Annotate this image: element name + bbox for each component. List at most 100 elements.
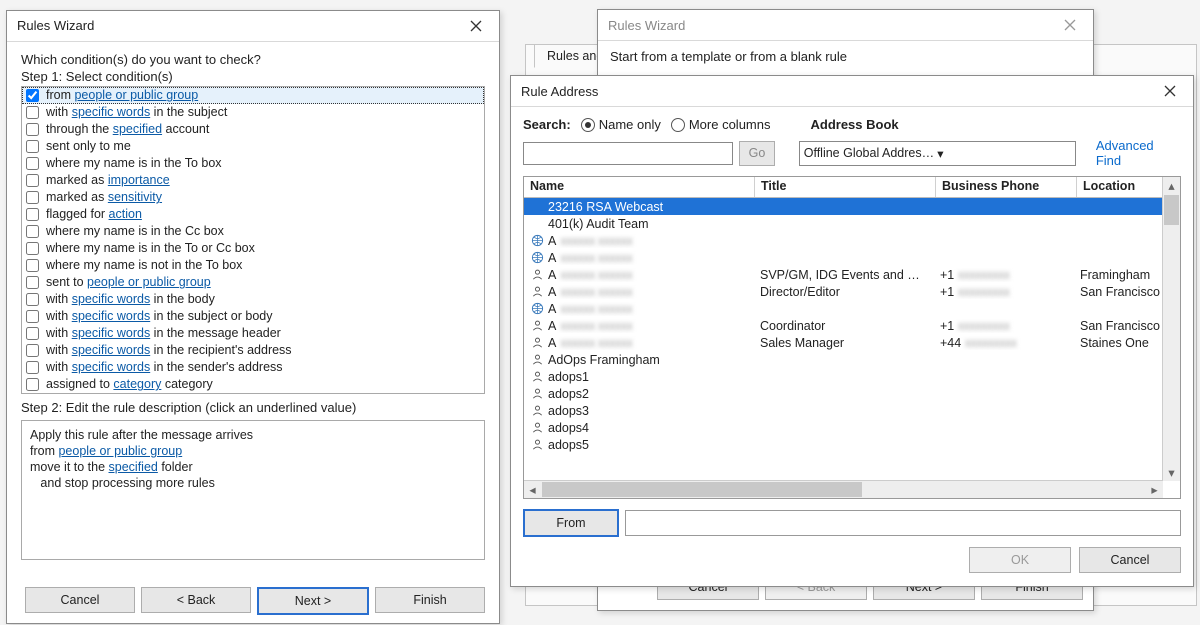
person-icon (530, 268, 544, 282)
condition-link[interactable]: specified (113, 122, 162, 136)
radio-more-columns[interactable]: More columns (671, 117, 771, 132)
scroll-up-icon[interactable]: ▴ (1163, 177, 1180, 194)
condition-row[interactable]: marked as importance (22, 172, 484, 189)
cancel-button[interactable]: Cancel (25, 587, 135, 613)
condition-checkbox[interactable] (26, 344, 39, 357)
condition-checkbox[interactable] (26, 140, 39, 153)
condition-row[interactable]: sent to people or public group (22, 274, 484, 291)
condition-row[interactable]: flagged for action (22, 206, 484, 223)
condition-link[interactable]: action (109, 207, 142, 221)
condition-row[interactable]: with specific words in the recipient's a… (22, 342, 484, 359)
col-title[interactable]: Title (755, 177, 936, 197)
condition-row[interactable]: with specific words in the message heade… (22, 325, 484, 342)
condition-link[interactable]: specific words (72, 343, 151, 357)
condition-checkbox[interactable] (26, 174, 39, 187)
from-button[interactable]: From (523, 509, 619, 537)
condition-row[interactable]: from people or public group (22, 87, 484, 104)
condition-row[interactable]: assigned to category category (22, 376, 484, 393)
search-input[interactable] (523, 142, 733, 165)
condition-row[interactable]: with specific words in the subject (22, 104, 484, 121)
condition-row[interactable]: marked as sensitivity (22, 189, 484, 206)
condition-checkbox[interactable] (26, 378, 39, 391)
condition-row[interactable]: with specific words in the subject or bo… (22, 308, 484, 325)
address-book-dropdown[interactable]: Offline Global Address List - galen_grum… (799, 141, 1076, 166)
radio-name-only[interactable]: Name only (581, 117, 661, 132)
list-item[interactable]: adops4 (524, 419, 1180, 436)
list-item[interactable]: adops3 (524, 402, 1180, 419)
condition-checkbox[interactable] (26, 225, 39, 238)
cancel-button[interactable]: Cancel (1079, 547, 1181, 573)
list-item[interactable]: Axxxxxx xxxxxxCoordinator+1 xxxxxxxxxSan… (524, 317, 1180, 334)
contact-phone: +1 xxxxxxxxx (934, 268, 1074, 282)
condition-link[interactable]: specific words (72, 105, 151, 119)
condition-checkbox[interactable] (26, 361, 39, 374)
close-icon[interactable] (1053, 12, 1087, 38)
list-item[interactable]: 401(k) Audit Team (524, 215, 1180, 232)
list-item[interactable]: Axxxxxx xxxxxxSVP/GM, IDG Events and C…+… (524, 266, 1180, 283)
close-icon[interactable] (459, 13, 493, 39)
desc-people-link[interactable]: people or public group (58, 444, 182, 458)
condition-checkbox[interactable] (26, 310, 39, 323)
col-name[interactable]: Name (524, 177, 755, 197)
condition-checkbox[interactable] (26, 89, 39, 102)
condition-row[interactable]: with specific words in the sender's addr… (22, 359, 484, 376)
vertical-scrollbar[interactable]: ▴ ▾ (1162, 177, 1180, 481)
list-item[interactable]: Axxxxxx xxxxxxDirector/Editor+1 xxxxxxxx… (524, 283, 1180, 300)
list-item[interactable]: adops1 (524, 368, 1180, 385)
condition-link[interactable]: people or public group (87, 275, 211, 289)
condition-checkbox[interactable] (26, 276, 39, 289)
finish-button[interactable]: Finish (375, 587, 485, 613)
condition-link[interactable]: specific words (72, 292, 151, 306)
rule-description-box[interactable]: Apply this rule after the message arrive… (21, 420, 485, 560)
col-phone[interactable]: Business Phone (936, 177, 1077, 197)
condition-row[interactable]: through the specified account (22, 121, 484, 138)
go-button[interactable]: Go (739, 141, 774, 166)
scroll-left-icon[interactable]: ◂ (524, 481, 541, 498)
from-input[interactable] (625, 510, 1181, 536)
contacts-list[interactable]: Name Title Business Phone Location 23216… (523, 176, 1181, 499)
scroll-down-icon[interactable]: ▾ (1163, 464, 1180, 481)
close-icon[interactable] (1153, 78, 1187, 104)
conditions-list[interactable]: from people or public groupwith specific… (21, 86, 485, 394)
condition-row[interactable]: where my name is not in the To box (22, 257, 484, 274)
condition-row[interactable]: sent only to me (22, 138, 484, 155)
condition-checkbox[interactable] (26, 106, 39, 119)
scroll-thumb[interactable] (1164, 195, 1179, 225)
condition-checkbox[interactable] (26, 293, 39, 306)
list-item[interactable]: Axxxxxx xxxxxx (524, 232, 1180, 249)
condition-checkbox[interactable] (26, 157, 39, 170)
condition-link[interactable]: people or public group (74, 88, 198, 102)
list-item[interactable]: Axxxxxx xxxxxxSales Manager+44 xxxxxxxxx… (524, 334, 1180, 351)
condition-link[interactable]: specific words (72, 309, 151, 323)
condition-row[interactable]: where my name is in the Cc box (22, 223, 484, 240)
horizontal-scrollbar[interactable]: ◂ ▸ (524, 480, 1163, 498)
condition-checkbox[interactable] (26, 242, 39, 255)
condition-link[interactable]: category (113, 377, 161, 391)
scroll-thumb[interactable] (542, 482, 862, 497)
list-item[interactable]: AdOps Framingham (524, 351, 1180, 368)
back-button[interactable]: < Back (141, 587, 251, 613)
condition-row[interactable]: with specific words in the body (22, 291, 484, 308)
person-icon (530, 319, 544, 333)
list-item[interactable]: Axxxxxx xxxxxx (524, 249, 1180, 266)
list-item[interactable]: 23216 RSA Webcast (524, 198, 1180, 215)
scroll-right-icon[interactable]: ▸ (1146, 481, 1163, 498)
condition-checkbox[interactable] (26, 327, 39, 340)
condition-checkbox[interactable] (26, 123, 39, 136)
condition-link[interactable]: importance (108, 173, 170, 187)
list-header[interactable]: Name Title Business Phone Location (524, 177, 1180, 198)
list-item[interactable]: Axxxxxx xxxxxx (524, 300, 1180, 317)
condition-link[interactable]: specific words (72, 326, 151, 340)
list-item[interactable]: adops5 (524, 436, 1180, 453)
condition-checkbox[interactable] (26, 191, 39, 204)
list-item[interactable]: adops2 (524, 385, 1180, 402)
condition-link[interactable]: specific words (72, 360, 151, 374)
condition-row[interactable]: where my name is in the To box (22, 155, 484, 172)
condition-checkbox[interactable] (26, 208, 39, 221)
desc-specified-link[interactable]: specified (109, 460, 158, 474)
condition-checkbox[interactable] (26, 259, 39, 272)
condition-row[interactable]: where my name is in the To or Cc box (22, 240, 484, 257)
next-button[interactable]: Next > (257, 587, 369, 615)
condition-link[interactable]: sensitivity (108, 190, 162, 204)
advanced-find-link[interactable]: Advanced Find (1096, 138, 1181, 168)
